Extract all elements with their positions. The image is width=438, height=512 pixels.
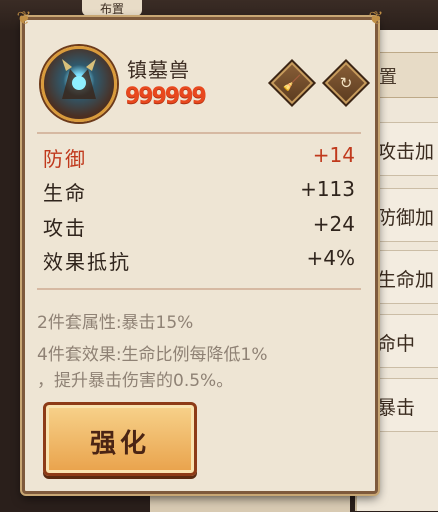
stat-value: +4% xyxy=(306,246,356,270)
lock-button[interactable]: ↻ xyxy=(321,58,371,108)
list-item-label: 防御加 xyxy=(377,207,435,229)
set2-effect: 2件套属性:暴击15% xyxy=(37,313,194,333)
soul-detail-card: ❦ ❦ 镇墓兽 999999 🧹 ↻ 防御 +14 生命 +113 攻击 +24… xyxy=(16,8,384,494)
divider xyxy=(37,132,361,134)
stat-row: 生命 +113 xyxy=(43,177,355,207)
soul-avatar xyxy=(41,46,117,122)
stat-value: +24 xyxy=(312,212,355,236)
beast-icon xyxy=(62,59,96,99)
stat-row: 防御 +14 xyxy=(43,143,355,173)
corner-ornament-icon: ❦ xyxy=(368,8,384,29)
corner-ornament-icon: ❦ xyxy=(16,8,32,29)
enhance-button-label: 强化 xyxy=(89,429,150,459)
discard-button[interactable]: 🧹 xyxy=(267,58,317,108)
set4-effect-cont: ，提升暴击伤害的0.5%。 xyxy=(37,371,234,391)
stat-label: 攻击 xyxy=(43,216,87,240)
list-item-label: 命中 xyxy=(377,333,416,355)
star-rating: 999999 xyxy=(125,84,207,109)
broom-icon: 🧹 xyxy=(282,74,302,92)
enhance-button[interactable]: 强化 xyxy=(43,402,197,476)
list-item-label: 暴击 xyxy=(377,397,416,419)
divider xyxy=(37,288,361,290)
stat-label: 防御 xyxy=(43,147,87,171)
stat-value: +14 xyxy=(312,143,355,167)
stat-value: +113 xyxy=(300,177,355,201)
refresh-icon: ↻ xyxy=(339,74,353,92)
stat-label: 生命 xyxy=(43,181,87,205)
stat-row: 效果抵抗 +4% xyxy=(43,246,355,276)
soul-name: 镇墓兽 xyxy=(127,58,190,82)
stat-label: 效果抵抗 xyxy=(43,250,131,274)
list-item-label: 攻击加 xyxy=(377,141,435,163)
list-item-label: 生命加 xyxy=(377,269,435,291)
top-tab[interactable]: 布置 xyxy=(82,0,142,16)
stat-row: 攻击 +24 xyxy=(43,212,355,242)
set4-effect: 4件套效果:生命比例每降低1% xyxy=(37,345,268,365)
